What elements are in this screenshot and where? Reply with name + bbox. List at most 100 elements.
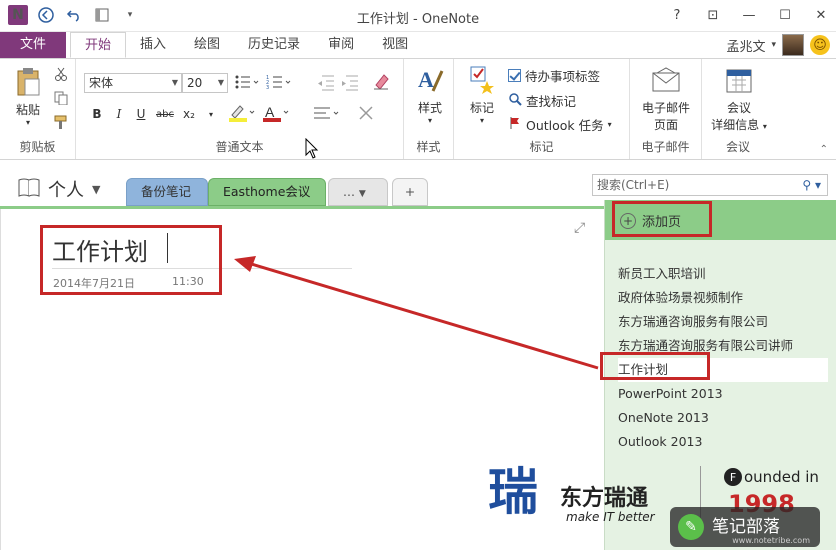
maximize-button[interactable]: ☐ — [774, 4, 796, 26]
collapse-ribbon-icon[interactable]: ⌃ — [820, 144, 828, 155]
search-input[interactable]: 搜索(Ctrl+E) ⚲ ▾ — [592, 174, 828, 196]
paste-button[interactable]: 粘贴 ▾ — [8, 67, 48, 127]
format-painter-icon[interactable] — [54, 115, 68, 132]
annotation-box-title — [40, 225, 222, 295]
highlight-icon[interactable] — [228, 103, 256, 126]
email-group-label: 电子邮件 — [641, 140, 690, 154]
page-item[interactable]: 政府体验场景视频制作 — [618, 286, 828, 310]
flag-icon — [508, 116, 522, 133]
tags-group-label: 标记 — [529, 140, 554, 154]
bullets-icon[interactable] — [234, 73, 260, 94]
meeting-group-label: 会议 — [725, 140, 750, 154]
ruitong-logo-glyph: 瑞 — [488, 462, 538, 521]
notebook-selector[interactable]: 个人 ▼ — [18, 176, 100, 202]
section-tab-easthome[interactable]: Easthome会议 — [208, 178, 326, 206]
search-placeholder: 搜索(Ctrl+E) — [597, 178, 670, 192]
chevron-down-icon: ▼ — [217, 78, 224, 87]
search-icon[interactable]: ⚲ ▾ — [802, 175, 821, 195]
align-icon[interactable] — [312, 105, 342, 124]
find-tags-button[interactable]: 查找标记 — [508, 91, 576, 110]
page-item[interactable]: Outlook 2013 — [618, 430, 828, 454]
italic-button[interactable]: I — [112, 107, 126, 121]
notetribe-watermark: ✎ 笔记部落 www.notetribe.com — [670, 507, 820, 547]
page-item[interactable]: 新员工入职培训 — [618, 262, 828, 286]
font-family-select[interactable]: 宋体 ▼ — [84, 73, 182, 93]
styles-label: 样式 — [417, 101, 442, 115]
page-item[interactable]: 东方瑞通咨询服务有限公司 — [618, 310, 828, 334]
tag-label: 标记 — [469, 101, 494, 115]
font-color-icon[interactable]: A — [262, 103, 290, 126]
checkbox-icon — [508, 69, 521, 82]
delete-icon[interactable] — [358, 105, 374, 124]
tab-insert[interactable]: 插入 — [126, 32, 180, 58]
copy-icon[interactable] — [54, 91, 68, 108]
numbering-icon[interactable]: 123 — [266, 73, 292, 94]
styles-button[interactable]: A 样式 ▾ — [410, 65, 450, 125]
group-clipboard: 粘贴 ▾ 剪贴板 — [0, 59, 76, 159]
bold-button[interactable]: B — [90, 107, 104, 121]
chevron-down-icon: ▾ — [607, 120, 612, 129]
clipboard-icon — [13, 67, 43, 97]
smiley-feedback-icon[interactable]: ☺ — [810, 35, 830, 55]
decrease-indent-icon[interactable] — [316, 73, 336, 94]
styles-group-label: 样式 — [416, 140, 441, 154]
group-basic-text: 宋体 ▼ 20 ▼ 123 B I U abc x₂ ▾ A 普通文本 — [76, 59, 404, 159]
email-line2: 页面 — [653, 118, 678, 132]
minimize-button[interactable]: — — [738, 4, 760, 26]
meeting-details-button[interactable]: 会议 详细信息 ▾ — [706, 65, 772, 133]
tag-checkbox-star-icon — [467, 65, 497, 95]
paste-label: 粘贴 — [15, 103, 40, 117]
add-section-button[interactable]: + — [392, 178, 428, 206]
tab-file[interactable]: 文件 — [0, 32, 66, 58]
increase-indent-icon[interactable] — [340, 73, 360, 94]
help-button[interactable]: ? — [666, 4, 688, 26]
ribbon-display-button[interactable]: ⊡ — [702, 4, 724, 26]
group-styles: A 样式 ▾ 样式 — [404, 59, 454, 159]
brand-slogan: make IT better — [566, 510, 655, 524]
avatar[interactable] — [782, 34, 804, 56]
notetribe-name: 笔记部落 — [712, 517, 780, 537]
section-tab-backup[interactable]: 备份笔记 — [126, 178, 208, 206]
cut-icon[interactable] — [54, 67, 68, 84]
email-envelope-icon — [651, 65, 681, 95]
styles-icon: A — [415, 65, 445, 95]
email-line1: 电子邮件 — [641, 101, 690, 115]
clear-formatting-icon[interactable] — [372, 71, 392, 94]
user-name[interactable]: 孟兆文 — [726, 36, 765, 55]
tab-review[interactable]: 审阅 — [314, 32, 368, 58]
ribbon: 粘贴 ▾ 剪贴板 宋体 ▼ 20 ▼ 123 B I U abc x₂ ▾ A … — [0, 58, 836, 160]
email-page-button[interactable]: 电子邮件 页面 — [636, 65, 696, 133]
chevron-down-icon[interactable]: ▾ — [204, 110, 218, 119]
brand-name: 东方瑞通 — [560, 486, 649, 511]
page-item[interactable]: PowerPoint 2013 — [618, 382, 828, 406]
chevron-down-icon: ▼ — [171, 78, 178, 87]
outlook-tasks-button[interactable]: Outlook 任务 ▾ — [508, 115, 612, 134]
annotation-box-add-page — [612, 201, 712, 237]
user-dropdown-icon[interactable]: ▾ — [771, 40, 776, 50]
clipboard-group-label: 剪贴板 — [19, 140, 56, 154]
subscript-button[interactable]: x₂ — [182, 107, 196, 121]
font-size-select[interactable]: 20 ▼ — [182, 73, 228, 93]
tag-button[interactable]: 标记 ▾ — [462, 65, 502, 125]
notebook-icon — [18, 177, 40, 202]
underline-button[interactable]: U — [134, 107, 148, 121]
founded-label: ounded in — [744, 468, 819, 486]
page-item[interactable]: OneNote 2013 — [618, 406, 828, 430]
notebook-name: 个人 — [48, 180, 84, 201]
tab-history[interactable]: 历史记录 — [234, 32, 314, 58]
section-tab-more[interactable]: ... ▼ — [328, 178, 388, 206]
font-family-value: 宋体 — [89, 76, 114, 90]
strikethrough-button[interactable]: abc — [156, 109, 174, 120]
paste-dropdown-icon[interactable]: ▾ — [8, 118, 48, 127]
tab-draw[interactable]: 绘图 — [180, 32, 234, 58]
tab-home[interactable]: 开始 — [70, 32, 127, 58]
annotation-box-selected-page — [600, 352, 710, 380]
tab-view[interactable]: 视图 — [368, 32, 422, 58]
svg-text:A: A — [418, 67, 434, 92]
calendar-icon — [724, 65, 754, 95]
close-button[interactable]: ✕ — [810, 4, 832, 26]
todo-tag-button[interactable]: 待办事项标签 — [508, 66, 600, 85]
svg-text:3: 3 — [266, 85, 269, 91]
expand-page-icon[interactable]: ⤢ — [574, 220, 585, 236]
user-account[interactable]: 孟兆文 ▾ ☺ — [726, 34, 830, 56]
